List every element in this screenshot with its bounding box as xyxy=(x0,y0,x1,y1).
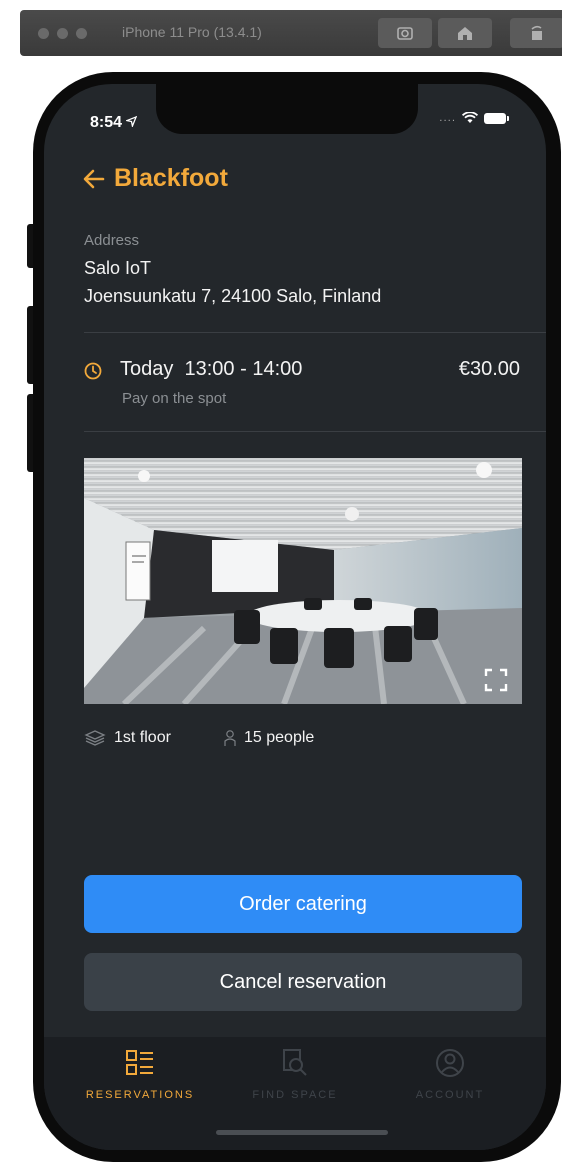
page-header[interactable]: Blackfoot xyxy=(82,164,228,193)
layers-icon xyxy=(84,730,106,746)
wifi-icon xyxy=(462,112,478,123)
location-arrow-icon xyxy=(125,115,138,129)
screenshot-button[interactable] xyxy=(378,18,432,48)
address-name: Salo IoT xyxy=(84,258,152,278)
person-icon xyxy=(224,730,236,746)
divider xyxy=(84,332,546,333)
tab-label: RESERVATIONS xyxy=(85,1089,195,1101)
cancel-reservation-button[interactable]: Cancel reservation xyxy=(84,953,522,1011)
tab-reservations[interactable]: RESERVATIONS xyxy=(60,1047,220,1101)
rotate-icon xyxy=(531,25,542,40)
tab-label: FIND SPACE xyxy=(252,1089,338,1101)
address-label: Address xyxy=(84,232,140,249)
tab-account[interactable]: ACCOUNT xyxy=(370,1047,530,1101)
screenshot-icon xyxy=(397,27,413,40)
status-time: 8:54 xyxy=(90,114,138,132)
floor-label: 1st floor xyxy=(114,729,171,746)
divider xyxy=(84,431,546,432)
home-indicator[interactable] xyxy=(216,1130,388,1135)
tab-find-space[interactable]: FIND SPACE xyxy=(215,1047,375,1101)
order-catering-button[interactable]: Order catering xyxy=(84,875,522,933)
capacity-label: 15 people xyxy=(244,729,315,746)
booking-time: Today 13:00 - 14:00 xyxy=(120,358,302,381)
payment-note: Pay on the spot xyxy=(122,390,227,407)
tab-label: ACCOUNT xyxy=(415,1089,485,1101)
simulator-toolbar: iPhone 11 Pro (13.4.1) xyxy=(20,10,562,56)
capacity-info: 15 people xyxy=(224,729,314,747)
floor-info: 1st floor xyxy=(84,729,171,747)
account-icon xyxy=(436,1049,464,1077)
window-controls xyxy=(38,28,87,39)
simulator-title: iPhone 11 Pro (13.4.1) xyxy=(122,24,262,40)
close-window-button[interactable] xyxy=(38,28,49,39)
battery-icon xyxy=(484,112,509,124)
clock-icon xyxy=(84,362,102,380)
arrow-left-icon[interactable] xyxy=(82,167,106,191)
address-street: Joensuunkatu 7, 24100 Salo, Finland xyxy=(84,286,382,306)
meeting-room-image xyxy=(84,458,522,704)
notch xyxy=(156,84,418,134)
rotate-button[interactable] xyxy=(510,18,562,48)
status-icons: .... xyxy=(439,112,509,124)
app-screen: 8:54 .... Blackfoot Address Salo IoT Joe… xyxy=(44,84,546,1150)
minimize-window-button[interactable] xyxy=(57,28,68,39)
page-title: Blackfoot xyxy=(114,164,228,192)
space-photo[interactable] xyxy=(84,458,522,704)
home-icon xyxy=(458,27,472,40)
home-button[interactable] xyxy=(438,18,492,48)
booking-price: €30.00 xyxy=(458,358,520,380)
booking-time-range: 13:00 - 14:00 xyxy=(184,358,303,380)
expand-icon[interactable] xyxy=(484,668,508,692)
booking-day: Today xyxy=(120,358,174,380)
signal-indicator: .... xyxy=(439,112,456,124)
zoom-window-button[interactable] xyxy=(76,28,87,39)
search-icon xyxy=(283,1049,307,1076)
list-icon xyxy=(126,1050,153,1075)
